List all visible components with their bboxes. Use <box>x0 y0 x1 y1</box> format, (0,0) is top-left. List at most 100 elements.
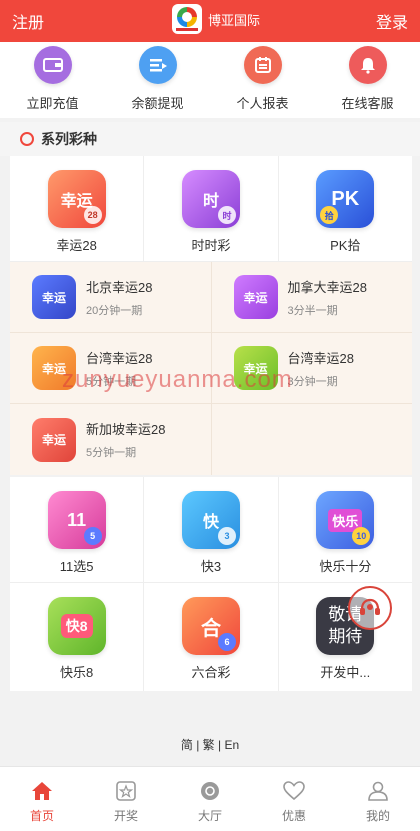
sub-item-name: 加拿大幸运28 <box>287 279 367 295</box>
icon-text: 幸运 <box>41 433 66 447</box>
brand-logo <box>172 4 202 34</box>
sub-item-name: 新加坡幸运28 <box>86 422 166 437</box>
icon-badge: 28 <box>83 206 102 224</box>
game-label: 开发中... <box>320 665 371 680</box>
icon-badge: 10 <box>352 527 371 545</box>
floating-customer-service-button[interactable] <box>348 586 392 630</box>
sub-item-name: 台湾幸运28 <box>86 350 153 366</box>
bell-icon <box>348 46 387 84</box>
sub-item-empty <box>212 404 413 475</box>
game-ssc[interactable]: 时 时 时时彩 <box>144 156 279 261</box>
icon-text: 11 <box>67 509 87 530</box>
lottery-ticket-icon: 幸运 <box>233 346 278 390</box>
withdraw-button[interactable]: 余额提现 <box>105 42 210 118</box>
game-mark6[interactable]: 合 6 六合彩 <box>144 583 279 691</box>
sub-item-text: 加拿大幸运28 3分半一期 <box>288 277 367 318</box>
icon-badge: 5 <box>83 527 102 545</box>
tab-home[interactable]: 首页 <box>0 767 84 831</box>
icon-badge: 3 <box>217 527 236 545</box>
lottery-ticket-icon: 幸运 <box>32 346 76 390</box>
mark6-icon: 合 6 <box>181 597 240 655</box>
icon-badge: 时 <box>217 206 236 224</box>
tab-hall[interactable]: 大厅 <box>168 767 252 831</box>
sub-item-desc: 5分钟一期 <box>86 447 137 459</box>
language-switch[interactable]: 简 | 繁 | En <box>0 736 420 753</box>
sub-item-desc: 20分钟一期 <box>86 304 143 317</box>
happy8-icon: 快8 <box>47 597 106 655</box>
sub-item-singapore[interactable]: 幸运 新加坡幸运28 5分钟一期 <box>10 404 212 475</box>
11x5-icon: 11 5 <box>47 491 106 549</box>
game-label: 11选5 <box>59 559 94 574</box>
game-label: 快乐十分 <box>319 559 372 574</box>
lucky28-sub-grid: 幸运 北京幸运28 20分钟一期 幸运 加拿大幸运28 3分半一期 幸运 台湾幸… <box>10 262 412 475</box>
tab-label: 首页 <box>29 809 54 823</box>
ssc-icon: 时 时 <box>181 170 240 228</box>
login-button[interactable]: 登录 <box>376 9 408 33</box>
quick-actions: 立即充值 余额提现 个人报表 在线客服 <box>0 42 420 118</box>
k3-icon: 快 3 <box>181 491 240 549</box>
icon-text: 幸运 <box>243 290 268 305</box>
tab-label: 优惠 <box>281 809 306 823</box>
icon-text: 期待 <box>328 627 363 646</box>
sub-item-beijing[interactable]: 幸运 北京幸运28 20分钟一期 <box>10 262 212 332</box>
report-button[interactable]: 个人报表 <box>210 42 315 118</box>
lottery-icon <box>116 781 136 801</box>
sub-item-text: 北京幸运28 20分钟一期 <box>86 277 152 318</box>
sub-item-text: 台湾幸运28 3分钟一期 <box>288 348 354 389</box>
lottery-grid-top: 幸运 28 幸运28 时 时 时时彩 PK 拾 PK拾 <box>10 156 412 262</box>
hall-icon <box>201 782 219 800</box>
icon-badge: 拾 <box>320 206 339 224</box>
lottery-ticket-icon: 幸运 <box>233 275 278 319</box>
game-coming-soon[interactable]: 敬请 期待 开发中... <box>279 583 412 691</box>
heart-icon <box>283 781 305 801</box>
game-11x5[interactable]: 11 5 11选5 <box>10 477 145 582</box>
sub-row: 幸运 台湾幸运28 5分钟一期 幸运 台湾幸运28 3分钟一期 <box>10 333 412 404</box>
headset-icon <box>360 598 380 615</box>
game-pk10[interactable]: PK 拾 PK拾 <box>279 156 412 261</box>
tab-label: 大厅 <box>197 809 222 823</box>
home-icon <box>32 782 52 800</box>
pk10-icon: PK 拾 <box>316 170 375 228</box>
icon-badge: 6 <box>217 633 236 651</box>
icon-text: 幸运 <box>243 361 268 376</box>
lottery-ticket-icon: 幸运 <box>32 417 76 462</box>
register-button[interactable]: 注册 <box>12 9 44 33</box>
icon-text: 幸运 <box>41 290 66 305</box>
tab-promotions[interactable]: 优惠 <box>252 767 336 831</box>
recharge-button[interactable]: 立即充值 <box>0 42 105 118</box>
game-label: 时时彩 <box>191 238 231 253</box>
game-k3[interactable]: 快 3 快3 <box>144 477 279 582</box>
game-label: 快乐8 <box>60 665 94 680</box>
section-header: 系列彩种 <box>0 122 420 156</box>
ring-icon <box>20 132 34 146</box>
lucky28-icon: 幸运 28 <box>47 170 106 228</box>
sub-item-desc: 3分半一期 <box>287 304 338 317</box>
sub-item-text: 新加坡幸运28 5分钟一期 <box>86 419 165 460</box>
sub-item-name: 台湾幸运28 <box>287 350 354 366</box>
customer-service-button[interactable]: 在线客服 <box>315 42 420 118</box>
game-happy10[interactable]: 快乐 10 快乐十分 <box>279 477 412 582</box>
game-label: 幸运28 <box>56 238 97 253</box>
sub-item-canada[interactable]: 幸运 加拿大幸运28 3分半一期 <box>212 262 413 332</box>
lottery-grid-bottom: 11 5 11选5 快 3 快3 快乐 10 快乐十分 快8 快乐8 合 6 六… <box>10 477 412 691</box>
icon-text: 合 <box>200 617 221 640</box>
withdraw-label: 余额提现 <box>131 96 184 111</box>
game-label: 快3 <box>200 559 222 574</box>
icon-text: 快8 <box>60 614 93 638</box>
game-label: PK拾 <box>330 238 361 253</box>
tab-profile[interactable]: 我的 <box>336 767 420 831</box>
brand-name: 博亚国际 <box>208 12 261 28</box>
game-lucky28[interactable]: 幸运 28 幸运28 <box>10 156 145 261</box>
sub-item-taiwan-a[interactable]: 幸运 台湾幸运28 5分钟一期 <box>10 333 212 403</box>
icon-text: 快 <box>202 514 219 531</box>
sub-item-desc: 5分钟一期 <box>86 375 137 388</box>
sub-row: 幸运 北京幸运28 20分钟一期 幸运 加拿大幸运28 3分半一期 <box>10 262 412 333</box>
tab-lottery[interactable]: 开奖 <box>84 767 168 831</box>
wallet-icon <box>33 46 72 84</box>
withdraw-icon <box>138 46 177 84</box>
sub-item-taiwan-b[interactable]: 幸运 台湾幸运28 3分钟一期 <box>212 333 413 403</box>
game-happy8[interactable]: 快8 快乐8 <box>10 583 145 691</box>
happy10-icon: 快乐 10 <box>316 491 375 549</box>
bottom-tab-bar: 首页 开奖 大厅 优惠 我的 <box>0 766 420 831</box>
sub-item-desc: 3分钟一期 <box>287 375 338 388</box>
